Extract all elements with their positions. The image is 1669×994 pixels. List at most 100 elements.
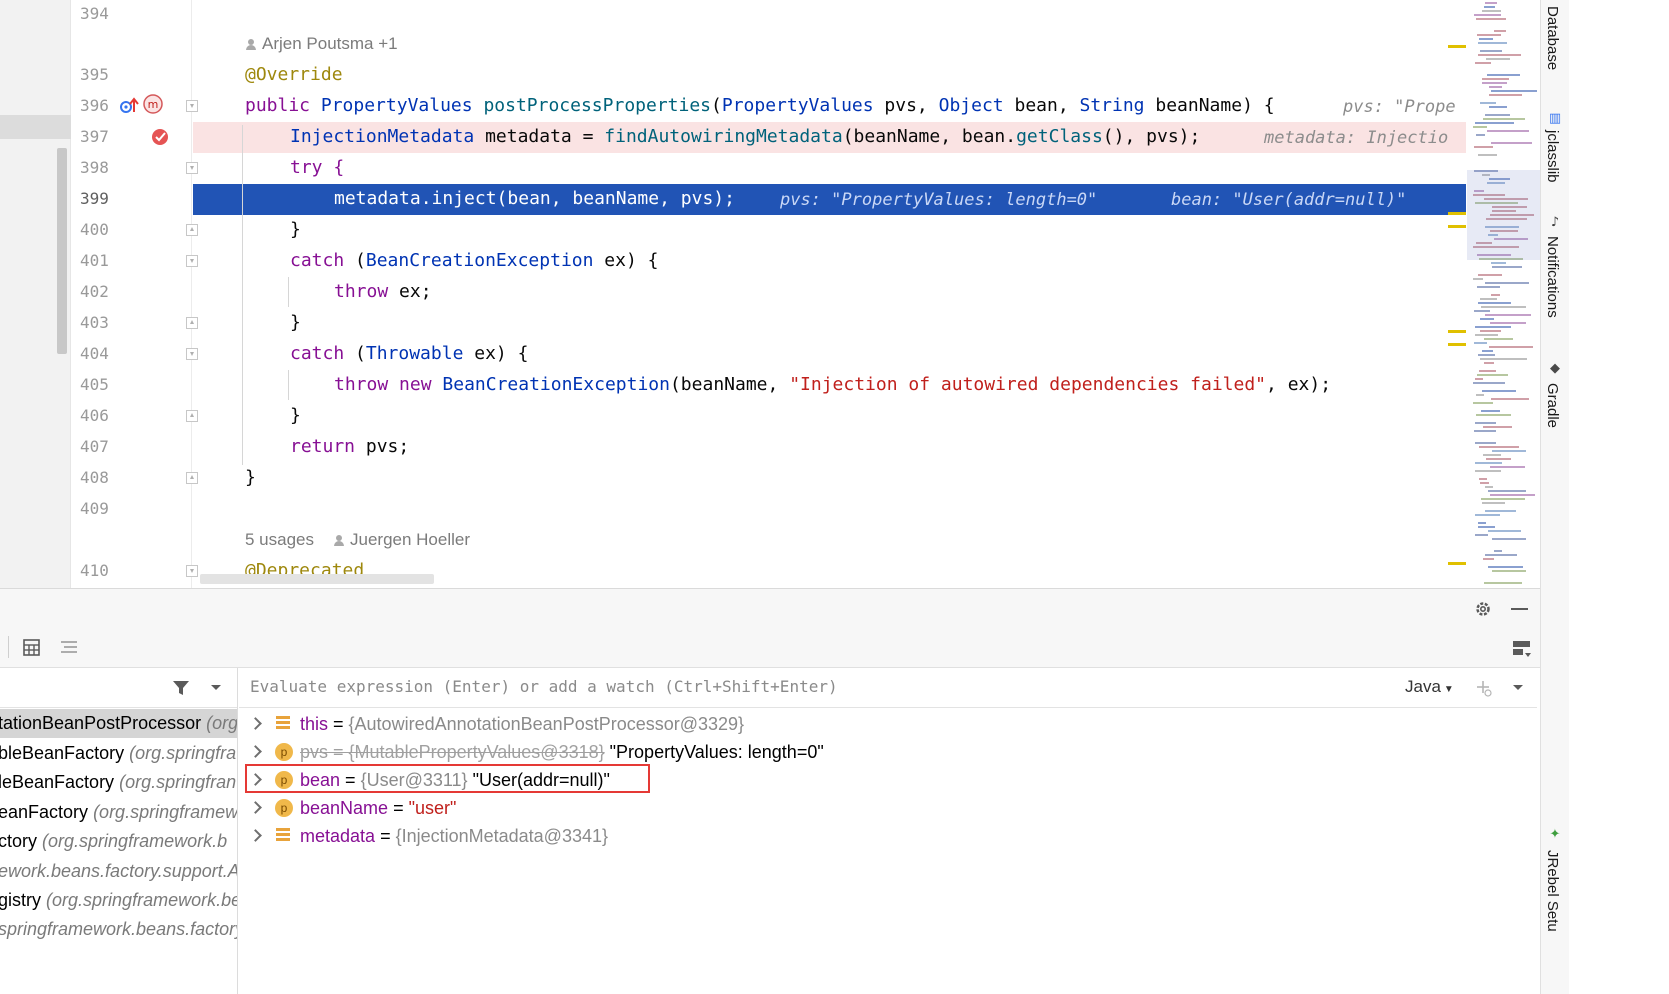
threads-icon[interactable] bbox=[60, 639, 78, 656]
code-line-398[interactable]: try { bbox=[290, 157, 344, 179]
minimap-line bbox=[1475, 334, 1498, 336]
line-number: 408 bbox=[80, 468, 109, 487]
minimap-line bbox=[1485, 486, 1493, 488]
code-line-404[interactable]: catch (Throwable ex) { bbox=[290, 343, 528, 365]
settings-gear-icon[interactable] bbox=[1474, 600, 1492, 618]
editor-gutter[interactable]: 394 395 396 397 398 399 400 401 402 403 … bbox=[72, 0, 192, 588]
code-line-406[interactable]: } bbox=[290, 405, 301, 427]
minimap-line bbox=[1492, 570, 1526, 572]
tool-notifications[interactable]: Notifications bbox=[1544, 236, 1561, 318]
code-line-395[interactable]: @Override bbox=[245, 64, 343, 86]
code-line-402[interactable]: throw ex; bbox=[334, 281, 432, 303]
fold-marker[interactable] bbox=[186, 472, 198, 484]
tool-jclasslib[interactable]: jclasslib bbox=[1544, 130, 1561, 183]
layout-options-icon[interactable] bbox=[1512, 639, 1532, 659]
fold-marker[interactable] bbox=[186, 100, 198, 112]
minimap-line bbox=[1486, 458, 1511, 460]
fold-marker[interactable] bbox=[186, 224, 198, 236]
stack-frame[interactable]: ctory (org.springframework.b bbox=[0, 827, 237, 856]
stack-frame[interactable]: ework.beans.factory.support.A bbox=[0, 857, 237, 886]
evaluate-expression-input[interactable]: Evaluate expression (Enter) or add a wat… bbox=[250, 677, 838, 696]
minimap-line bbox=[1474, 310, 1490, 312]
expand-chevron-icon[interactable] bbox=[249, 801, 262, 814]
chevron-down-icon[interactable] bbox=[1512, 684, 1524, 692]
fold-marker[interactable] bbox=[186, 255, 198, 267]
code-line-401[interactable]: catch (BeanCreationException ex) { bbox=[290, 250, 658, 272]
stack-frame[interactable]: tationBeanPostProcessor (org. bbox=[0, 709, 237, 738]
warning-marker[interactable] bbox=[1448, 330, 1466, 333]
stack-frame[interactable]: leBeanFactory (org.springfran bbox=[0, 768, 237, 797]
expand-chevron-icon[interactable] bbox=[249, 745, 262, 758]
code-line-396[interactable]: public PropertyValues postProcessPropert… bbox=[245, 95, 1275, 117]
author-hint[interactable]: Juergen Hoeller bbox=[334, 530, 470, 550]
tool-gradle[interactable]: Gradle bbox=[1544, 383, 1561, 428]
variable-row-this[interactable]: this = {AutowiredAnnotationBeanPostProce… bbox=[239, 710, 1537, 738]
fold-marker[interactable] bbox=[186, 162, 198, 174]
add-watch-icon[interactable] bbox=[1475, 679, 1493, 697]
stack-frame[interactable]: gistry (org.springframework.be bbox=[0, 886, 237, 915]
code-line-399-current[interactable]: metadata.inject(bean, beanName, pvs); bbox=[334, 188, 735, 210]
usages-hint[interactable]: 5 usages bbox=[245, 530, 314, 550]
code-line-407[interactable]: return pvs; bbox=[290, 436, 409, 458]
fold-marker[interactable] bbox=[186, 565, 198, 577]
tool-jrebel-setup[interactable]: JRebel Setu bbox=[1544, 850, 1561, 932]
minimap-viewport[interactable] bbox=[1467, 170, 1540, 260]
frames-panel: tationBeanPostProcessor (org. bleBeanFac… bbox=[0, 668, 238, 994]
minimap-line bbox=[1488, 530, 1521, 532]
tool-database[interactable]: Database bbox=[1544, 6, 1561, 70]
stack-frame[interactable]: springframework.beans.factory bbox=[0, 915, 237, 944]
code-minimap[interactable] bbox=[1467, 0, 1540, 588]
minimap-line bbox=[1485, 2, 1497, 4]
frames-header bbox=[0, 668, 237, 708]
variable-row-beanname[interactable]: p beanName = "user" bbox=[239, 794, 1537, 822]
code-line-405[interactable]: throw new BeanCreationException(beanName… bbox=[334, 374, 1331, 396]
inline-value-hint: metadata: Injectio bbox=[1264, 128, 1449, 148]
expand-chevron-icon[interactable] bbox=[249, 717, 262, 730]
minimize-icon[interactable] bbox=[1511, 608, 1528, 610]
inline-value-hint: pvs: "Prope bbox=[1343, 97, 1456, 117]
horizontal-scrollbar[interactable] bbox=[200, 574, 434, 584]
stack-frame[interactable]: bleBeanFactory (org.springfra bbox=[0, 739, 237, 768]
code-line-408[interactable]: } bbox=[245, 467, 256, 489]
expand-chevron-icon[interactable] bbox=[249, 829, 262, 842]
code-line-397[interactable]: InjectionMetadata metadata = findAutowir… bbox=[290, 126, 1200, 148]
table-view-icon[interactable] bbox=[23, 639, 40, 656]
code-line-400[interactable]: } bbox=[290, 219, 301, 241]
warning-marker[interactable] bbox=[1448, 212, 1466, 215]
warning-marker[interactable] bbox=[1448, 562, 1466, 565]
minimap-line bbox=[1481, 306, 1526, 308]
line-number: 395 bbox=[80, 65, 109, 84]
code-editor[interactable]: 394 395 396 397 398 399 400 401 402 403 … bbox=[0, 0, 1540, 588]
minimap-line bbox=[1474, 342, 1487, 344]
fold-marker[interactable] bbox=[186, 317, 198, 329]
line-number-current: 399 bbox=[80, 189, 109, 208]
minimap-line bbox=[1492, 266, 1522, 268]
language-selector[interactable]: Java ▼ bbox=[1405, 677, 1454, 697]
code-line-403[interactable]: } bbox=[290, 312, 301, 334]
minimap-line bbox=[1474, 14, 1501, 16]
stack-frame[interactable]: eanFactory (org.springframew bbox=[0, 798, 237, 827]
variable-text: beanName = "user" bbox=[300, 798, 457, 818]
fold-marker[interactable] bbox=[186, 348, 198, 360]
chevron-down-icon[interactable] bbox=[210, 684, 222, 692]
implements-override-icon[interactable] bbox=[120, 96, 140, 116]
minimap-line bbox=[1484, 582, 1522, 584]
warning-marker[interactable] bbox=[1448, 225, 1466, 228]
fold-marker[interactable] bbox=[186, 410, 198, 422]
warning-marker[interactable] bbox=[1448, 343, 1466, 346]
minimap-line bbox=[1485, 282, 1529, 284]
author-hint[interactable]: Arjen Poutsma +1 bbox=[246, 34, 398, 54]
inline-value-pvs: pvs: "PropertyValues: length=0" bbox=[780, 190, 1098, 210]
jrebel-icon: ✦ bbox=[1549, 827, 1561, 842]
breakpoint-icon[interactable] bbox=[150, 127, 170, 147]
person-icon bbox=[334, 535, 344, 546]
evaluate-expression-bar[interactable]: Evaluate expression (Enter) or add a wat… bbox=[239, 668, 1537, 708]
variable-row-pvs[interactable]: p pvs = {MutablePropertyValues@3318} "Pr… bbox=[239, 738, 1537, 766]
left-panel-scrollbar[interactable] bbox=[57, 148, 67, 354]
minimap-line bbox=[1475, 534, 1488, 536]
warning-marker[interactable] bbox=[1448, 45, 1466, 48]
variable-row-metadata[interactable]: metadata = {InjectionMetadata@3341} bbox=[239, 822, 1537, 850]
minimap-line bbox=[1478, 54, 1521, 56]
filter-icon[interactable] bbox=[172, 679, 190, 697]
minimap-line bbox=[1477, 286, 1500, 288]
